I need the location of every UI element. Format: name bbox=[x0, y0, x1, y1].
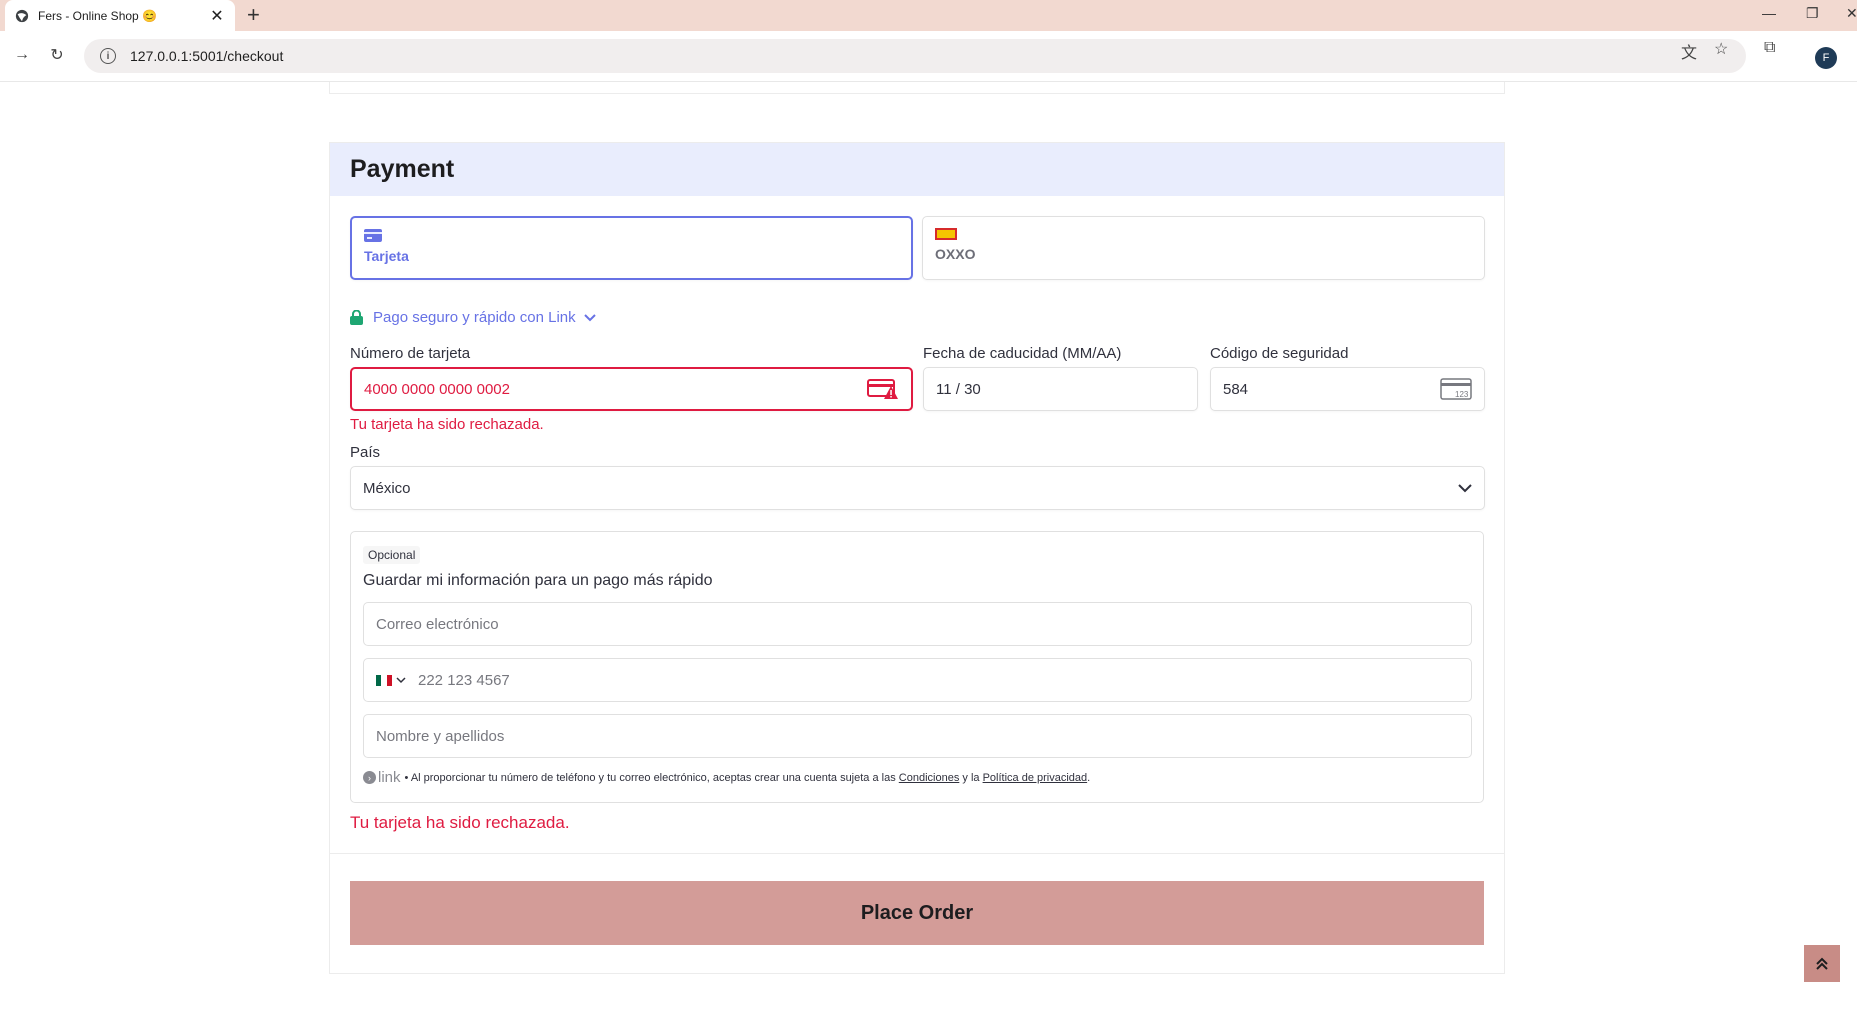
minimize-icon[interactable]: — bbox=[1762, 5, 1776, 21]
chevron-down-icon[interactable] bbox=[396, 676, 406, 684]
email-field[interactable]: Correo electrónico bbox=[363, 602, 1472, 646]
link-text: Pago seguro y rápido con Link bbox=[373, 309, 576, 326]
legal-end: . bbox=[1087, 771, 1091, 784]
country-value: México bbox=[363, 479, 411, 497]
browser-tab[interactable]: Fers - Online Shop 😊 ✕ bbox=[5, 0, 235, 31]
legal-prefix: • Al proporcionar tu número de teléfono … bbox=[404, 771, 896, 784]
expiry-input[interactable]: 11 / 30 bbox=[923, 367, 1198, 411]
oxxo-logo-icon bbox=[935, 228, 957, 240]
restore-icon[interactable]: ❐ bbox=[1806, 5, 1819, 22]
double-chevron-up-icon bbox=[1816, 957, 1828, 970]
save-info-heading: Guardar mi información para un pago más … bbox=[363, 572, 713, 589]
extensions-icon[interactable]: ⧉ bbox=[1764, 39, 1775, 57]
cvc-card-icon: 123 bbox=[1440, 378, 1472, 400]
cvc-value: 584 bbox=[1223, 380, 1249, 398]
close-window-icon[interactable]: ✕ bbox=[1846, 5, 1857, 22]
bookmark-star-icon[interactable]: ☆ bbox=[1714, 39, 1728, 59]
tab-title: Fers - Online Shop 😊 bbox=[38, 8, 157, 23]
chevron-down-icon bbox=[1458, 483, 1472, 492]
browser-tab-bar: Fers - Online Shop 😊 ✕ + — ❐ ✕ bbox=[0, 0, 1857, 31]
link-save-info-box: Opcional Guardar mi información para un … bbox=[350, 531, 1484, 803]
credit-card-icon bbox=[364, 229, 382, 242]
link-arrow-icon: › bbox=[363, 771, 376, 784]
payment-method-card-label: Tarjeta bbox=[364, 248, 409, 264]
link-logo: › link bbox=[363, 769, 401, 786]
expiry-label: Fecha de caducidad (MM/AA) bbox=[923, 345, 1122, 362]
card-number-value: 4000 0000 0000 0002 bbox=[364, 380, 510, 398]
profile-avatar[interactable]: F bbox=[1815, 47, 1837, 69]
place-order-button[interactable]: Place Order bbox=[350, 881, 1484, 945]
svg-text:123: 123 bbox=[1455, 390, 1469, 399]
payment-section: Payment Tarjeta OXXO Pago seguro y rápid… bbox=[329, 142, 1505, 974]
card-number-input[interactable]: 4000 0000 0000 0002 bbox=[350, 367, 913, 411]
chevron-down-icon bbox=[583, 313, 596, 321]
cvc-label: Código de seguridad bbox=[1210, 345, 1349, 362]
payment-method-oxxo-label: OXXO bbox=[935, 246, 976, 262]
full-name-placeholder: Nombre y apellidos bbox=[376, 727, 505, 745]
country-label: País bbox=[350, 444, 381, 461]
legal-notice: › link • Al proporcionar tu número de tel… bbox=[363, 769, 1090, 786]
optional-badge: Opcional bbox=[363, 546, 421, 564]
card-number-error: Tu tarjeta ha sido rechazada. bbox=[350, 416, 544, 433]
mexico-flag-icon[interactable] bbox=[376, 674, 392, 686]
forward-icon[interactable]: → bbox=[12, 45, 32, 65]
payment-error-message: Tu tarjeta ha sido rechazada. bbox=[350, 813, 570, 832]
link-toggle[interactable]: Pago seguro y rápido con Link bbox=[350, 309, 596, 326]
card-number-label: Número de tarjeta bbox=[350, 345, 471, 362]
cvc-input[interactable]: 584 123 bbox=[1210, 367, 1485, 411]
terms-link[interactable]: Condiciones bbox=[899, 772, 960, 784]
site-info-icon[interactable]: i bbox=[100, 48, 116, 64]
card-error-icon bbox=[867, 379, 898, 399]
lock-icon bbox=[350, 310, 363, 325]
payment-method-oxxo[interactable]: OXXO bbox=[922, 216, 1485, 280]
new-tab-icon[interactable]: + bbox=[247, 3, 260, 27]
browser-toolbar: → ↻ i 127.0.0.1:5001/checkout 文 ☆ ⧉ F bbox=[0, 31, 1857, 82]
payment-header: Payment bbox=[330, 143, 1504, 196]
country-select[interactable]: México bbox=[350, 466, 1485, 510]
reload-icon[interactable]: ↻ bbox=[47, 45, 67, 65]
divider bbox=[330, 853, 1504, 854]
email-placeholder: Correo electrónico bbox=[376, 615, 499, 633]
address-bar[interactable]: i 127.0.0.1:5001/checkout bbox=[84, 39, 1746, 73]
translate-icon[interactable]: 文 bbox=[1681, 39, 1697, 63]
globe-icon bbox=[15, 9, 29, 22]
scroll-to-top-button[interactable] bbox=[1804, 945, 1840, 982]
previous-section-bottom bbox=[329, 82, 1505, 94]
expiry-value: 11 / 30 bbox=[936, 380, 981, 398]
payment-method-card[interactable]: Tarjeta bbox=[350, 216, 913, 280]
tab-close-icon[interactable]: ✕ bbox=[209, 6, 225, 26]
privacy-link[interactable]: Política de privacidad bbox=[983, 772, 1088, 784]
payment-title: Payment bbox=[350, 155, 455, 183]
legal-and: y la bbox=[962, 771, 980, 784]
url-text: 127.0.0.1:5001/checkout bbox=[130, 48, 284, 64]
phone-field[interactable]: 222 123 4567 bbox=[363, 658, 1472, 702]
phone-placeholder: 222 123 4567 bbox=[418, 671, 510, 689]
full-name-field[interactable]: Nombre y apellidos bbox=[363, 714, 1472, 758]
